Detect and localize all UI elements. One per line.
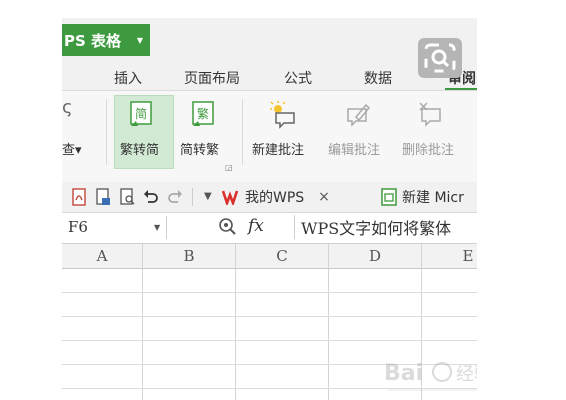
tab-insert[interactable]: 插入 [114,68,142,88]
spreadsheet-doc-icon [381,188,397,206]
active-tab-indicator [445,88,477,90]
chevron-down-icon[interactable]: ▼ [154,223,160,232]
chevron-down-icon: ▼ [136,35,144,45]
export-pdf-icon[interactable] [70,188,88,206]
quick-access-bar: ▼ 我的WPS × 新建 Micr [62,182,477,213]
menu-tabs: 插入 页面布局 公式 数据 审阅 [62,62,477,91]
undo-icon[interactable] [142,188,160,206]
svg-text:经验: 经验 [456,364,477,385]
formula-input[interactable]: WPS文字如何将繁体 [294,215,477,239]
app-menu-button[interactable]: PS 表格 ▼ [62,24,150,56]
new-comment-label: 新建批注 [252,143,305,158]
redo-icon[interactable] [166,188,184,206]
grid-row-line [62,292,477,293]
title-bar: PS 表格 ▼ [62,18,477,62]
delete-comment-button[interactable]: 删除批注 [398,95,464,169]
column-headers: A B C D E [62,244,477,269]
column-header-a[interactable]: A [62,244,142,268]
print-preview-icon[interactable] [94,188,112,206]
grid-line [142,244,143,400]
cell-reference: F6 [68,218,88,236]
grid-row-line [62,340,477,341]
ribbon-separator [106,99,107,165]
traditional-icon: 繁 [192,101,216,127]
wps-spreadsheet-window: PS 表格 ▼ 插入 页面布局 公式 数据 审阅 ς 查▾ 简 繁转简 繁 简转… [62,18,477,400]
column-header-e[interactable]: E [422,244,477,268]
column-header-c[interactable]: C [236,244,328,268]
tab-new-doc-label: 新建 Micr [402,190,464,206]
grid-line [235,244,236,400]
partial-check-label[interactable]: 查▾ [62,139,82,158]
edit-comment-label: 编辑批注 [328,143,381,158]
customize-toolbar-icon[interactable]: ▼ [204,188,222,206]
svg-text:简: 简 [135,107,147,121]
svg-text:繁: 繁 [197,106,209,121]
edit-comment-button[interactable]: 编辑批注 [324,95,390,169]
svg-text:Bai: Bai [384,361,423,386]
name-box[interactable]: F6 ▼ [62,216,167,239]
divider [192,188,193,206]
new-comment-button[interactable]: 新建批注 [250,95,316,169]
grid-row-line [62,316,477,317]
review-ribbon: ς 查▾ 简 繁转简 繁 简转繁 ◲ 新建批注 编辑批注 删除批注 [62,91,477,183]
tab-formula[interactable]: 公式 [284,68,312,88]
tab-data[interactable]: 数据 [364,68,392,88]
trad-to-simp-button[interactable]: 简 繁转简 [114,95,174,169]
group-launcher-icon[interactable]: ◲ [225,163,233,172]
close-icon[interactable]: × [318,189,330,205]
trad-to-simp-label: 繁转简 [120,143,160,158]
tab-my-wps[interactable]: 我的WPS × [222,182,330,212]
formula-bar: F6 ▼ fx WPS文字如何将繁体 [62,213,477,244]
partial-tool-icon: ς [62,97,73,118]
simp-to-trad-label: 简转繁 [180,143,220,158]
ribbon-separator [242,99,243,165]
preview-icon[interactable] [118,188,136,206]
app-name: PS 表格 [64,31,122,50]
screenshot-search-icon[interactable] [418,38,462,78]
zoom-search-icon[interactable] [218,217,238,241]
simplified-icon: 简 [130,101,154,127]
insert-function-button[interactable]: fx [248,216,264,236]
column-header-d[interactable]: D [329,244,421,268]
simp-to-trad-button[interactable]: 繁 简转繁 [176,95,232,169]
grid-line [328,244,329,400]
new-comment-icon [270,101,298,133]
tab-page-layout[interactable]: 页面布局 [184,68,240,88]
delete-comment-label: 删除批注 [402,143,455,158]
delete-comment-icon [418,101,446,133]
tab-my-wps-label: 我的WPS [245,190,305,206]
wps-logo-icon [222,190,239,205]
column-header-b[interactable]: B [143,244,235,268]
tab-new-doc[interactable]: 新建 Micr [380,182,464,212]
baidu-watermark-logo: Bai 经验 [384,350,477,400]
edit-comment-icon [344,101,372,133]
